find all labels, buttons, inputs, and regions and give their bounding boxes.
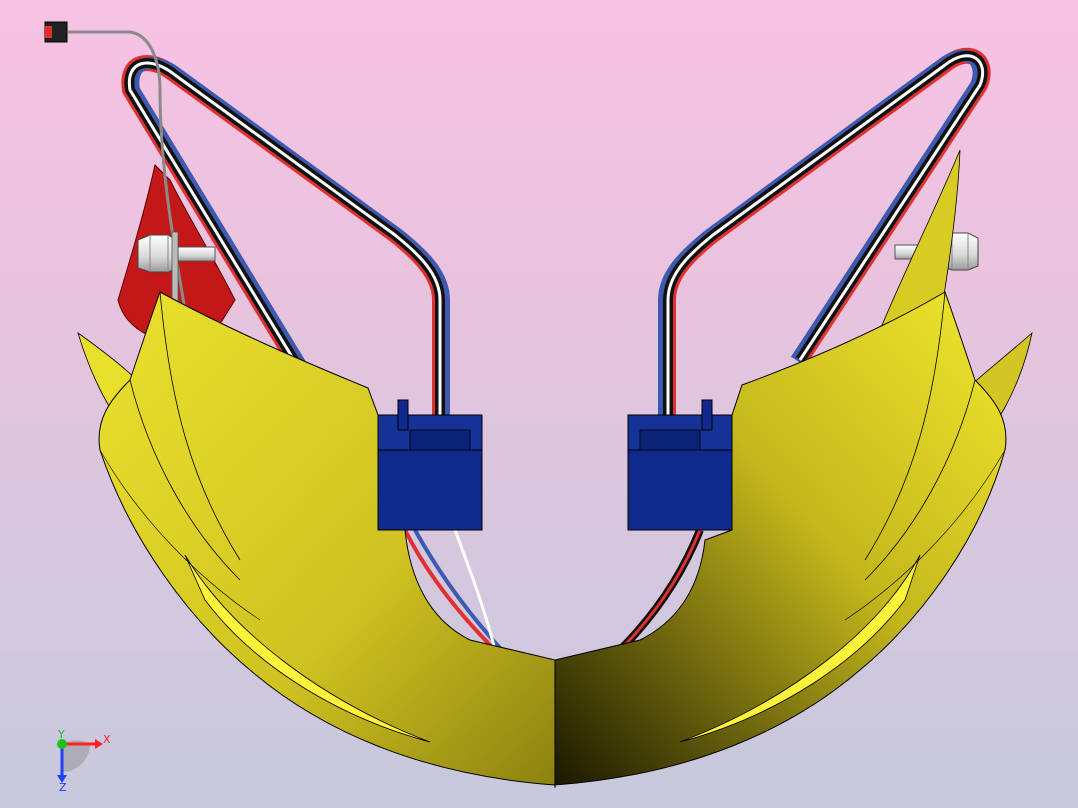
triad-y-label: Y (57, 728, 65, 741)
triad-x-arrow-icon (95, 739, 103, 749)
right-servo[interactable] (627, 399, 733, 531)
right-shell[interactable] (554, 291, 1007, 786)
coordinate-triad[interactable]: X Y Z (57, 728, 111, 794)
triad-x-label: X (103, 733, 111, 746)
left-shell[interactable] (98, 291, 556, 786)
3d-viewport[interactable]: X Y Z (0, 0, 1078, 808)
triad-z-label: Z (59, 781, 67, 794)
left-servo[interactable] (377, 399, 483, 531)
